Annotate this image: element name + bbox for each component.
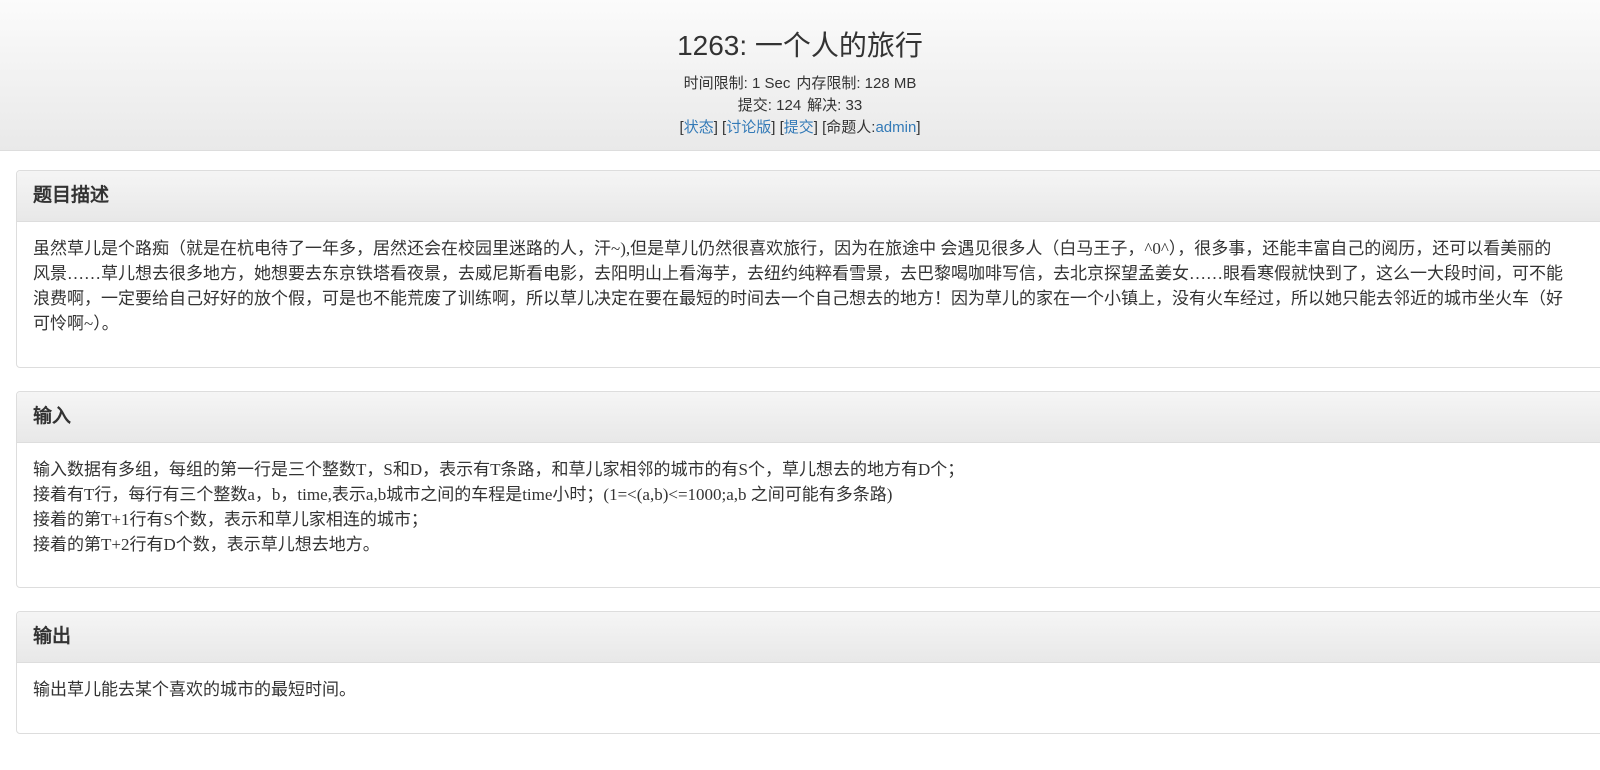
- links-line: [状态] [讨论版] [提交] [命题人:admin]: [679, 119, 921, 136]
- description-body: 虽然草儿是个路痴（就是在杭电待了一年多，居然还会在校园里迷路的人，汗~),但是草…: [17, 222, 1600, 336]
- memory-limit: 内存限制: 128 MB: [796, 75, 917, 92]
- input-line: 接着的第T+2行有D个数，表示草儿想去地方。: [33, 535, 380, 554]
- description-heading: 题目描述: [17, 171, 1600, 222]
- output-text: 输出草儿能去某个喜欢的城市的最短时间。: [33, 680, 356, 699]
- output-body: 输出草儿能去某个喜欢的城市的最短时间。: [17, 663, 1600, 702]
- description-text: 虽然草儿是个路痴（就是在杭电待了一年多，居然还会在校园里迷路的人，汗~),但是草…: [33, 239, 1563, 333]
- author-link[interactable]: admin: [875, 119, 916, 136]
- discuss-link[interactable]: 讨论版: [726, 119, 771, 136]
- time-limit: 时间限制: 1 Sec: [683, 75, 791, 92]
- problem-header: 1263: 一个人的旅行 时间限制: 1 Sec 内存限制: 128 MB 提交:…: [0, 0, 1600, 151]
- description-panel: 题目描述 虽然草儿是个路痴（就是在杭电待了一年多，居然还会在校园里迷路的人，汗~…: [16, 170, 1600, 368]
- output-panel: 输出 输出草儿能去某个喜欢的城市的最短时间。: [16, 611, 1600, 734]
- input-line: 输入数据有多组，每组的第一行是三个整数T，S和D，表示有T条路，和草儿家相邻的城…: [33, 460, 965, 479]
- output-heading: 输出: [17, 612, 1600, 663]
- input-heading: 输入: [17, 392, 1600, 443]
- stats-line: 提交: 124 解决: 33: [0, 96, 1600, 116]
- input-line: 接着的第T+1行有S个数，表示和草儿家相连的城市；: [33, 510, 428, 529]
- submit-link[interactable]: 提交: [784, 119, 814, 136]
- status-link[interactable]: 状态: [684, 119, 714, 136]
- page-title: 1263: 一个人的旅行: [677, 30, 923, 61]
- author-label: 命题人:: [826, 119, 876, 136]
- input-body: 输入数据有多组，每组的第一行是三个整数T，S和D，表示有T条路，和草儿家相邻的城…: [17, 443, 1600, 557]
- input-panel: 输入 输入数据有多组，每组的第一行是三个整数T，S和D，表示有T条路，和草儿家相…: [16, 391, 1600, 588]
- submit-count: 提交: 124: [737, 97, 802, 114]
- input-line: 接着有T行，每行有三个整数a，b，time,表示a,b城市之间的车程是time小…: [33, 485, 893, 504]
- limits-line: 时间限制: 1 Sec 内存限制: 128 MB: [0, 74, 1600, 94]
- solved-count: 解决: 33: [807, 97, 863, 114]
